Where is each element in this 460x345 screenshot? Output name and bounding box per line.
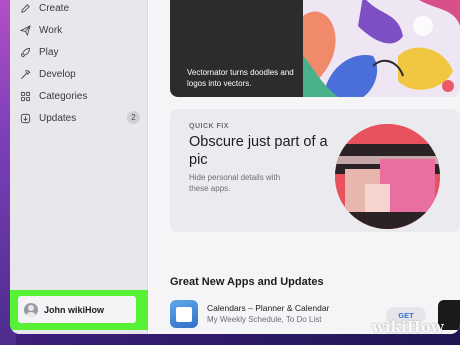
sidebar-item-play[interactable]: Play [18, 42, 148, 62]
section-title: Great New Apps and Updates [170, 276, 324, 288]
feature-artwork [335, 124, 440, 229]
sidebar-item-label: Updates [39, 112, 77, 124]
sidebar-item-categories[interactable]: Categories [18, 86, 148, 106]
sidebar-item-create[interactable]: Create [18, 0, 148, 18]
sidebar-item-label: Develop [39, 68, 76, 80]
feature-card-quick-fix[interactable]: QUICK FIX Obscure just part of a pic Hid… [170, 109, 460, 232]
sidebar-item-label: Categories [39, 90, 88, 102]
sidebar-item-label: Work [39, 24, 63, 36]
wikihow-watermark: wikiHow [372, 318, 444, 336]
sidebar: Create Work Play Develop Categories Upda… [10, 0, 148, 334]
paper-plane-icon [18, 23, 32, 37]
sidebar-item-updates[interactable]: Updates 2 [18, 108, 148, 128]
account-button[interactable]: John wikiHow [18, 296, 136, 323]
rocket-icon [18, 45, 32, 59]
calendar-app-icon [170, 300, 198, 328]
app-name: Calendars – Planner & Calendar [207, 303, 330, 313]
main-content: Vectornator turns doodles and logos into… [149, 0, 460, 334]
feature-headline: Obscure just part of a pic [189, 134, 328, 168]
user-name: John wikiHow [44, 304, 105, 315]
sidebar-item-label: Create [39, 2, 70, 14]
grid-icon [18, 89, 32, 103]
sidebar-item-develop[interactable]: Develop [18, 64, 148, 84]
pencil-icon [18, 1, 32, 15]
app-store-window: Create Work Play Develop Categories Upda… [10, 0, 460, 334]
featured-card-artwork [303, 0, 460, 97]
feature-eyebrow: QUICK FIX [189, 123, 229, 130]
sidebar-item-work[interactable]: Work [18, 20, 148, 40]
sidebar-item-label: Play [39, 46, 59, 58]
avatar-icon [24, 302, 38, 317]
hammer-icon [18, 67, 32, 81]
featured-card-caption: Vectornator turns doodles and logos into… [187, 68, 294, 88]
featured-card-vectornator[interactable]: Vectornator turns doodles and logos into… [170, 0, 303, 97]
feature-subline: Hide personal details with these apps. [189, 173, 281, 193]
updates-count-badge: 2 [127, 111, 140, 124]
download-icon [18, 111, 32, 125]
app-subtitle: My Weekly Schedule, To Do List [207, 315, 322, 324]
